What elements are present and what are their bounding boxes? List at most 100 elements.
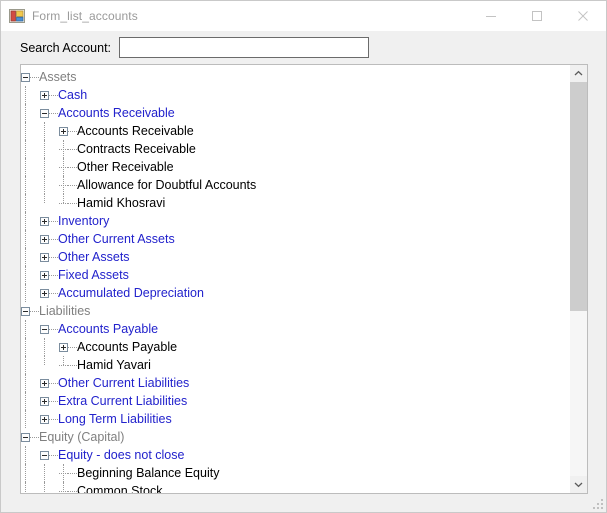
tree-node[interactable]: Accounts Payable — [21, 338, 569, 356]
tree-node-label[interactable]: Accounts Payable — [57, 320, 158, 338]
tree-node[interactable]: Other Current Assets — [21, 230, 569, 248]
tree-node-label[interactable]: Accounts Receivable — [57, 104, 175, 122]
tree-guide-line — [25, 374, 27, 392]
tree-guide-line — [25, 446, 27, 464]
tree-collapse-toggle-icon[interactable] — [40, 324, 49, 334]
tree-node-label[interactable]: Hamid Khosravi — [76, 194, 165, 212]
tree-node[interactable]: Other Current Liabilities — [21, 374, 569, 392]
tree-node-label[interactable]: Hamid Yavari — [76, 356, 151, 374]
tree-node[interactable]: Other Assets — [21, 248, 569, 266]
tree-node[interactable]: Fixed Assets — [21, 266, 569, 284]
tree-node[interactable]: Contracts Receivable — [21, 140, 569, 158]
tree-node-label[interactable]: Other Assets — [57, 248, 130, 266]
close-button[interactable] — [560, 1, 606, 31]
tree-expand-toggle-icon[interactable] — [40, 288, 49, 298]
maximize-button[interactable] — [514, 1, 560, 31]
tree-expand-toggle-icon[interactable] — [40, 378, 49, 388]
tree-node-connector-icon — [30, 302, 39, 320]
tree-node[interactable]: Inventory — [21, 212, 569, 230]
tree-node[interactable]: Extra Current Liabilities — [21, 392, 569, 410]
tree-node-label[interactable]: Extra Current Liabilities — [57, 392, 187, 410]
tree-node-label[interactable]: Accumulated Depreciation — [57, 284, 204, 302]
tree-indent — [21, 104, 40, 122]
tree-node-connector-icon — [68, 464, 77, 482]
scroll-up-button[interactable] — [570, 65, 587, 82]
tree-node-label[interactable]: Contracts Receivable — [76, 140, 196, 158]
scroll-thumb[interactable] — [570, 82, 587, 311]
tree-node-label[interactable]: Allowance for Doubtful Accounts — [76, 176, 256, 194]
resize-grip[interactable] — [591, 497, 603, 509]
tree-expand-toggle-icon[interactable] — [59, 342, 68, 352]
tree-node[interactable]: Beginning Balance Equity — [21, 464, 569, 482]
tree-node[interactable]: Equity (Capital) — [21, 428, 569, 446]
tree-node[interactable]: Long Term Liabilities — [21, 410, 569, 428]
tree-expand-toggle-icon[interactable] — [40, 414, 49, 424]
tree-node-label[interactable]: Assets — [38, 68, 77, 86]
tree-node-label[interactable]: Long Term Liabilities — [57, 410, 172, 428]
tree-collapse-toggle-icon[interactable] — [40, 108, 49, 118]
tree-node[interactable]: Accounts Receivable — [21, 104, 569, 122]
tree-node-label[interactable]: Fixed Assets — [57, 266, 129, 284]
scroll-down-button[interactable] — [570, 476, 587, 493]
tree-expand-toggle-icon[interactable] — [40, 270, 49, 280]
tree-node[interactable]: Common Stock — [21, 482, 569, 493]
tree-node-label[interactable]: Liabilities — [38, 302, 90, 320]
tree-node-label[interactable]: Accounts Payable — [76, 338, 177, 356]
tree-node-label[interactable]: Inventory — [57, 212, 109, 230]
title-bar[interactable]: Form_list_accounts — [1, 1, 606, 31]
tree-guide-line — [25, 482, 27, 493]
tree-guide-line — [25, 338, 27, 356]
tree-node[interactable]: Other Receivable — [21, 158, 569, 176]
tree-node-label[interactable]: Other Current Assets — [57, 230, 175, 248]
tree-expand-toggle-icon[interactable] — [40, 252, 49, 262]
search-row: Search Account: — [1, 31, 606, 64]
tree-node[interactable]: Equity - does not close — [21, 446, 569, 464]
scroll-track[interactable] — [570, 82, 587, 476]
tree-leaf-connector-icon — [59, 194, 68, 212]
tree-node[interactable]: Accumulated Depreciation — [21, 284, 569, 302]
tree-collapse-toggle-icon[interactable] — [21, 306, 30, 316]
form-window-icon — [9, 8, 25, 24]
tree-collapse-toggle-icon[interactable] — [40, 450, 49, 460]
tree-node[interactable]: Allowance for Doubtful Accounts — [21, 176, 569, 194]
tree-node[interactable]: Assets — [21, 68, 569, 86]
tree-guide-line — [25, 284, 27, 302]
tree-node[interactable]: Accounts Receivable — [21, 122, 569, 140]
tree-guide-line — [44, 158, 46, 176]
tree-node-label[interactable]: Beginning Balance Equity — [76, 464, 219, 482]
maximize-icon — [532, 11, 542, 21]
tree-guide-line — [44, 176, 46, 194]
tree-guide-line — [25, 248, 27, 266]
tree-collapse-toggle-icon[interactable] — [21, 432, 30, 442]
tree-node[interactable]: Cash — [21, 86, 569, 104]
minimize-button[interactable] — [468, 1, 514, 31]
tree-node-label[interactable]: Common Stock — [76, 482, 162, 493]
tree-expand-toggle-icon[interactable] — [40, 90, 49, 100]
tree-node[interactable]: Accounts Payable — [21, 320, 569, 338]
tree-vertical-scrollbar[interactable] — [569, 65, 587, 493]
tree-node-connector-icon — [68, 338, 77, 356]
tree-node-label[interactable]: Equity (Capital) — [38, 428, 124, 446]
tree-node[interactable]: Liabilities — [21, 302, 569, 320]
tree-node-label[interactable]: Other Receivable — [76, 158, 174, 176]
tree-guide-line — [25, 410, 27, 428]
tree-node[interactable]: Hamid Khosravi — [21, 194, 569, 212]
tree-collapse-toggle-icon[interactable] — [21, 72, 30, 82]
tree-expand-toggle-icon[interactable] — [40, 234, 49, 244]
tree-node-connector-icon — [49, 104, 58, 122]
tree-node-connector-icon — [49, 392, 58, 410]
tree-expand-toggle-icon[interactable] — [59, 126, 68, 136]
tree-expand-toggle-icon[interactable] — [40, 216, 49, 226]
tree-node[interactable]: Hamid Yavari — [21, 356, 569, 374]
tree-expand-toggle-icon[interactable] — [40, 396, 49, 406]
tree-node-label[interactable]: Equity - does not close — [57, 446, 184, 464]
accounts-tree[interactable]: Assets Cash Accounts Receivable Accounts Re… — [21, 65, 569, 493]
tree-node-label[interactable]: Other Current Liabilities — [57, 374, 189, 392]
tree-guide-line — [25, 104, 27, 122]
tree-node-label[interactable]: Cash — [57, 86, 87, 104]
tree-guide-line — [44, 140, 46, 158]
tree-indent — [40, 158, 59, 176]
tree-node-label[interactable]: Accounts Receivable — [76, 122, 194, 140]
tree-guide-line — [25, 194, 27, 212]
search-account-input[interactable] — [119, 37, 370, 58]
